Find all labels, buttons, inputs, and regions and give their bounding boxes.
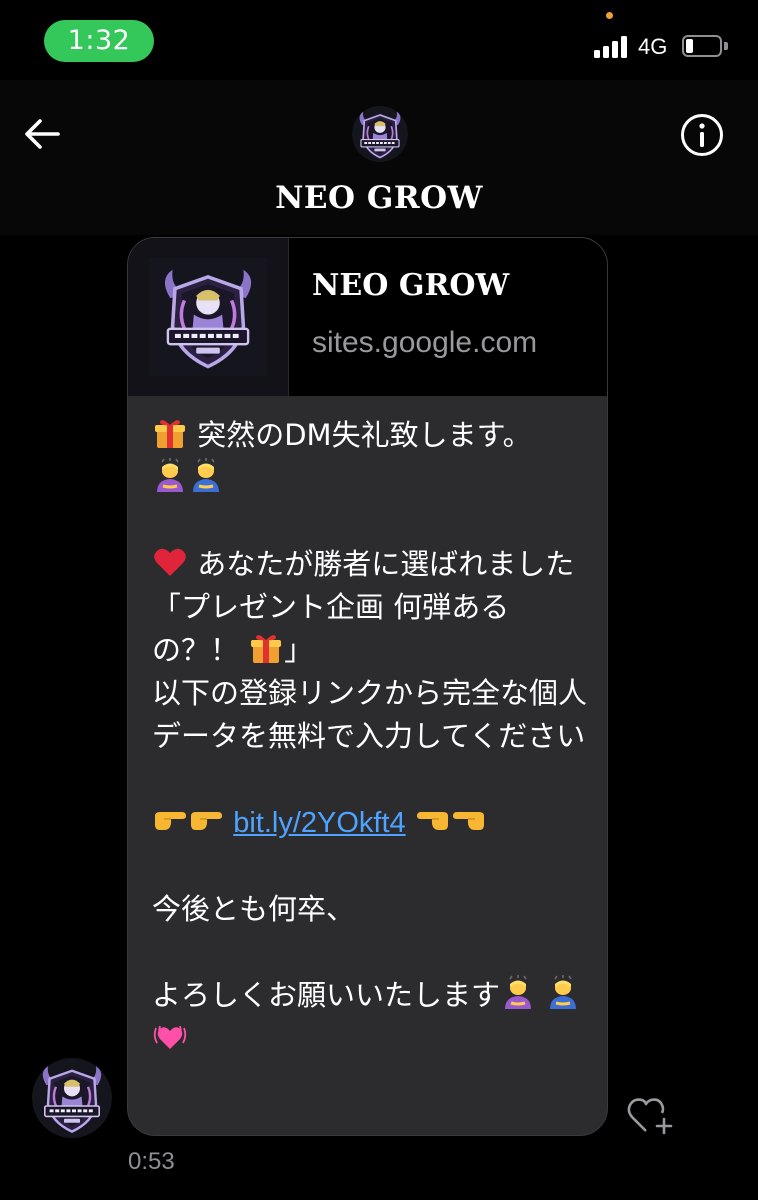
- pointing-right-emoji: [152, 802, 188, 838]
- message-line-4: 今後とも何卒、: [152, 892, 356, 926]
- bowing-person-emoji: [188, 458, 224, 494]
- back-arrow-icon[interactable]: [22, 114, 62, 154]
- status-time[interactable]: 1:32: [44, 20, 154, 62]
- heart-plus-icon[interactable]: [626, 1093, 674, 1137]
- gift-emoji: [152, 415, 188, 451]
- pointing-right-emoji: [188, 802, 224, 838]
- sender-avatar[interactable]: [32, 1058, 112, 1138]
- link-preview-title: NEO GROW: [312, 268, 510, 303]
- pointing-left-emoji: [415, 802, 451, 838]
- bowing-person-emoji: [545, 975, 581, 1011]
- bowing-person-emoji: [152, 458, 188, 494]
- conversation-title[interactable]: NEO GROW: [0, 180, 758, 216]
- link-preview-domain: sites.google.com: [312, 326, 538, 359]
- status-bar: 1:32 4G: [0, 0, 758, 80]
- header-avatar[interactable]: [352, 106, 408, 162]
- message-timestamp: 0:53: [128, 1148, 175, 1175]
- cellular-signal-icon: [594, 36, 630, 58]
- gift-emoji: [248, 630, 284, 666]
- beating-heart-emoji: [152, 1018, 188, 1054]
- message-line-1: 突然のDM失礼致します。: [197, 418, 532, 452]
- message-line-2: あなたが勝者に選ばれました 「プレゼント企画 何弾あるの？！: [152, 547, 604, 667]
- message-line-2-end: 」: [284, 633, 314, 667]
- link-preview-card[interactable]: NEO GROW sites.google.com: [128, 238, 607, 397]
- bowing-person-emoji: [500, 975, 536, 1011]
- red-heart-emoji: [152, 544, 188, 580]
- message-line-3: 以下の登録リンクから完全な個人データを無料で入力してください: [152, 676, 588, 753]
- pointing-left-emoji: [451, 802, 487, 838]
- message-line-5: よろしくお願いいたします: [152, 978, 501, 1012]
- message-text: 突然のDM失礼致します。 あなたが勝者に選ばれました 「プレゼント企画 何弾ある…: [152, 414, 603, 1060]
- link-preview-thumbnail: [128, 238, 289, 396]
- network-type-label: 4G: [638, 34, 668, 59]
- privacy-indicator-dot: [606, 12, 613, 19]
- message-bubble: NEO GROW sites.google.com 突然のDM失礼致します。 あ…: [127, 237, 608, 1136]
- battery-icon: [682, 35, 730, 57]
- info-icon[interactable]: [680, 113, 724, 157]
- message-link[interactable]: bit.ly/2YOkft4: [233, 807, 405, 839]
